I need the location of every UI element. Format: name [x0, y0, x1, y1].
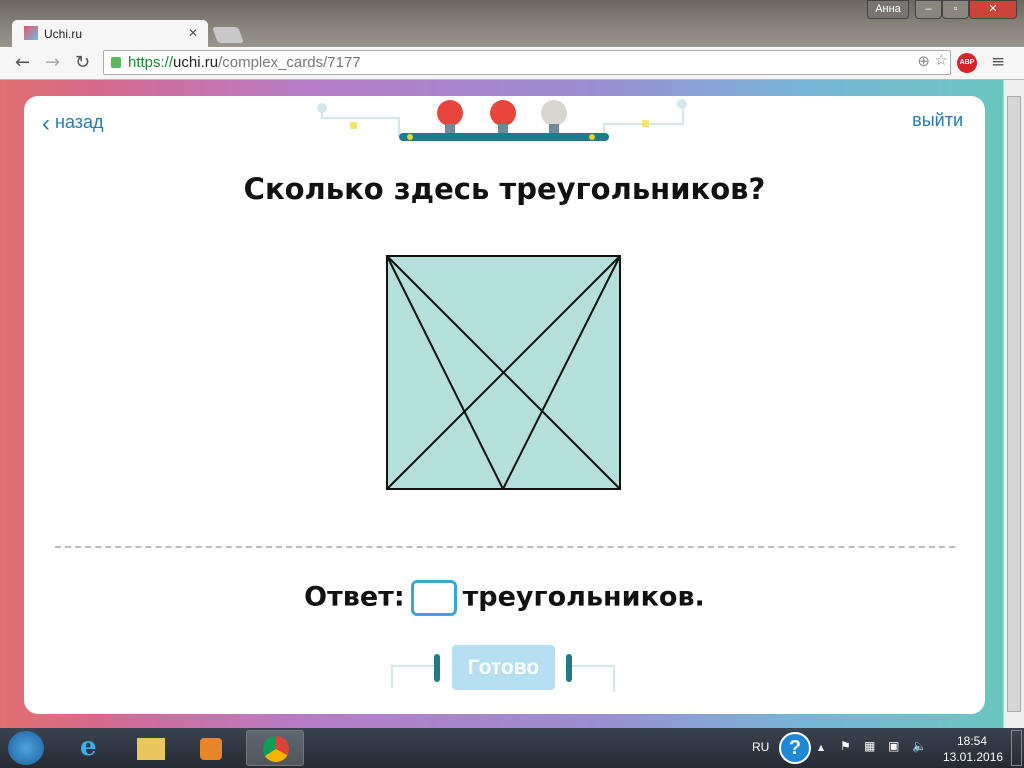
start-button[interactable]: [8, 731, 44, 765]
minimize-button[interactable]: –: [915, 0, 942, 19]
back-link[interactable]: ‹ назад: [42, 110, 104, 138]
maximize-button[interactable]: ▫: [942, 0, 969, 19]
url-path: /complex_cards/7177: [218, 54, 361, 71]
url-host: uchi.ru: [173, 54, 219, 71]
chrome-taskbar-icon[interactable]: [246, 730, 304, 766]
browser-toolbar: ← → ↻ https://uchi.ru/complex_cards/7177…: [0, 47, 1024, 80]
show-desktop-button[interactable]: [1011, 730, 1022, 766]
url-scheme: https://: [128, 54, 174, 71]
task-card: ‹ назад выйти Сколько здесь треугольнико…: [24, 96, 985, 714]
address-bar[interactable]: https://uchi.ru/complex_cards/7177 ⊕ ☆: [103, 50, 951, 75]
profile-button[interactable]: Анна: [867, 0, 909, 19]
divider: [55, 546, 955, 548]
done-button[interactable]: Готово: [452, 645, 555, 690]
chevron-left-icon: ‹: [42, 110, 50, 137]
question-title: Сколько здесь треугольников?: [243, 172, 766, 206]
close-window-button[interactable]: ✕: [969, 0, 1017, 19]
scrollbar[interactable]: [1003, 80, 1024, 728]
ie-icon[interactable]: e: [62, 730, 120, 766]
zoom-icon[interactable]: ⊕: [917, 52, 930, 70]
back-label: назад: [55, 112, 104, 132]
volume-icon[interactable]: 🔈: [912, 739, 927, 753]
windows-icon[interactable]: ▦: [864, 739, 875, 753]
answer-input[interactable]: [410, 580, 457, 616]
language-indicator[interactable]: RU: [752, 740, 769, 754]
network-icon[interactable]: ▣: [888, 739, 899, 753]
triangles-figure: [386, 255, 621, 490]
flag-icon[interactable]: ⚑: [840, 739, 851, 753]
taskbar: e RU ? ▴ ⚑ ▦ ▣ 🔈 18:54 13.01.2016: [0, 728, 1024, 768]
answer-row: Ответ: треугольников.: [24, 580, 985, 616]
forward-icon[interactable]: →: [45, 52, 60, 73]
menu-icon[interactable]: ≡: [991, 52, 1005, 72]
help-icon[interactable]: ?: [779, 732, 811, 764]
explorer-icon[interactable]: [122, 730, 180, 766]
back-icon[interactable]: ←: [15, 52, 30, 73]
close-tab-icon[interactable]: ✕: [188, 26, 198, 40]
bookmark-star-icon[interactable]: ☆: [935, 51, 948, 69]
clock-time[interactable]: 18:54: [957, 734, 987, 748]
progress-lamps: [317, 99, 687, 141]
scrollbar-thumb[interactable]: [1007, 96, 1021, 712]
exit-link[interactable]: выйти: [912, 110, 963, 131]
show-hidden-icons[interactable]: ▴: [818, 740, 824, 754]
lamp-icon: [437, 100, 463, 133]
clock-date[interactable]: 13.01.2016: [943, 750, 1003, 764]
lamp-icon: [541, 100, 567, 133]
media-player-icon[interactable]: [182, 730, 240, 766]
answer-suffix: треугольников.: [462, 581, 705, 613]
reload-icon[interactable]: ↻: [75, 52, 90, 73]
browser-tab[interactable]: Uchi.ru ✕: [12, 20, 208, 48]
answer-prefix: Ответ:: [304, 581, 405, 613]
tab-title: Uchi.ru: [44, 27, 83, 41]
favicon-icon: [24, 26, 38, 40]
lock-icon: [111, 57, 121, 68]
adblock-icon[interactable]: ABP: [957, 53, 977, 73]
browser-titlebar: Uchi.ru ✕ Анна – ▫ ✕: [0, 0, 1024, 48]
lamp-icon: [490, 100, 516, 133]
new-tab-button[interactable]: [212, 27, 244, 43]
